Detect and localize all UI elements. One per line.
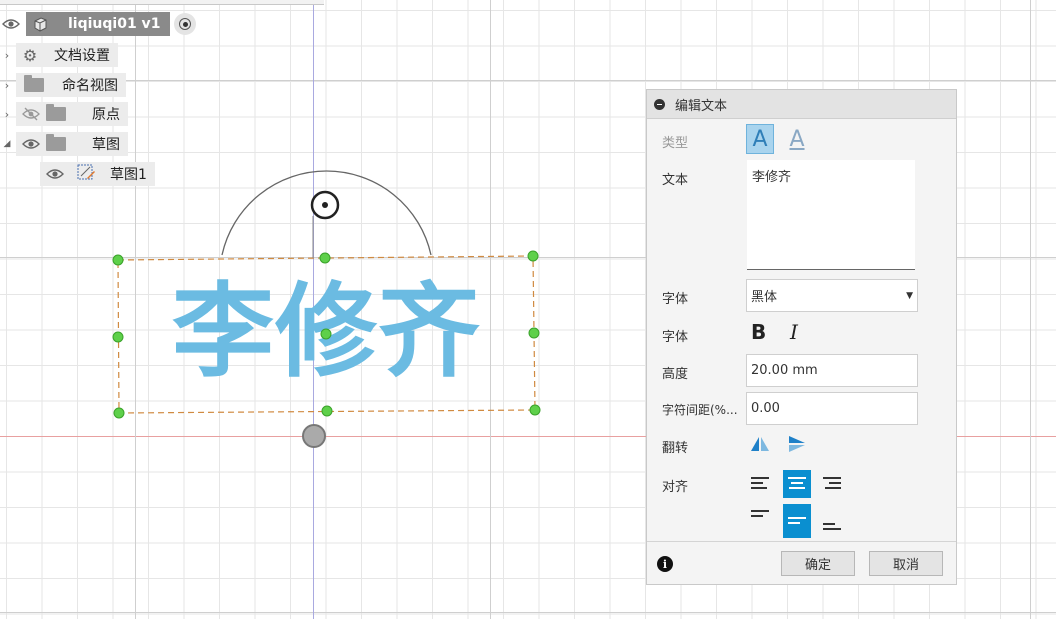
info-icon[interactable]: i — [657, 556, 673, 572]
italic-button[interactable]: I — [790, 320, 798, 344]
font-select[interactable]: 黑体 ▼ — [746, 279, 918, 312]
text-type-normal-button[interactable]: A — [746, 124, 774, 154]
font-label: 字体 — [662, 292, 689, 307]
align-center-button[interactable] — [783, 470, 811, 498]
resize-handle[interactable] — [321, 405, 333, 417]
text-type-path-button[interactable]: A — [783, 124, 811, 154]
align-left-button[interactable] — [746, 470, 774, 498]
resize-handle[interactable] — [529, 404, 541, 416]
spacing-label: 字符间距(%... — [662, 403, 738, 417]
cancel-button[interactable]: 取消 — [869, 551, 943, 576]
edit-text-dialog: 编辑文本 类型 A A 文本 李修齐 字体 黑体 ▼ 字体 B I 高度 20.… — [646, 89, 957, 585]
dialog-title: 编辑文本 — [675, 98, 728, 114]
ok-button[interactable]: 确定 — [781, 551, 855, 576]
collapse-icon[interactable] — [654, 98, 665, 110]
align-label: 对齐 — [662, 480, 689, 495]
dropdown-arrow-icon: ▼ — [906, 290, 913, 301]
flip-vertical-icon[interactable] — [787, 435, 807, 457]
resize-handle[interactable] — [112, 331, 124, 343]
sketch-canvas[interactable] — [0, 0, 640, 470]
align-top-icon — [751, 510, 769, 517]
text-input[interactable]: 李修齐 — [747, 160, 915, 270]
resize-handle[interactable] — [319, 252, 331, 264]
dialog-divider — [647, 541, 956, 542]
text-type-normal-icon: A — [752, 126, 768, 152]
align-bottom-icon — [823, 523, 841, 530]
resize-handle[interactable] — [528, 327, 540, 339]
align-middle-button[interactable] — [783, 504, 811, 538]
align-top-button[interactable] — [746, 504, 774, 532]
height-input[interactable]: 20.00 mm — [746, 354, 918, 387]
align-center-icon — [788, 477, 806, 489]
text-type-path-icon: A — [789, 126, 805, 152]
flip-label: 翻转 — [662, 441, 689, 456]
align-right-icon — [823, 477, 841, 489]
resize-handle[interactable] — [113, 407, 125, 419]
align-left-icon — [751, 477, 769, 489]
rotate-handle-center — [322, 202, 328, 208]
origin-point[interactable] — [302, 424, 326, 448]
style-label: 字体 — [662, 330, 689, 345]
dialog-header[interactable]: 编辑文本 — [647, 90, 956, 119]
flip-horizontal-icon[interactable] — [750, 435, 770, 457]
resize-handle[interactable] — [112, 254, 124, 266]
text-center-handle[interactable] — [320, 328, 332, 340]
resize-handle[interactable] — [527, 250, 539, 262]
spacing-input[interactable]: 0.00 — [746, 392, 918, 425]
font-select-value: 黑体 — [751, 290, 778, 305]
text-label: 文本 — [662, 173, 689, 188]
major-gridline — [1030, 0, 1031, 619]
bold-button[interactable]: B — [751, 320, 766, 344]
type-label: 类型 — [662, 136, 689, 151]
align-right-button[interactable] — [818, 470, 846, 498]
major-gridline — [0, 612, 1056, 613]
align-bottom-button[interactable] — [818, 508, 846, 536]
height-label: 高度 — [662, 367, 689, 382]
align-middle-icon — [788, 517, 806, 524]
